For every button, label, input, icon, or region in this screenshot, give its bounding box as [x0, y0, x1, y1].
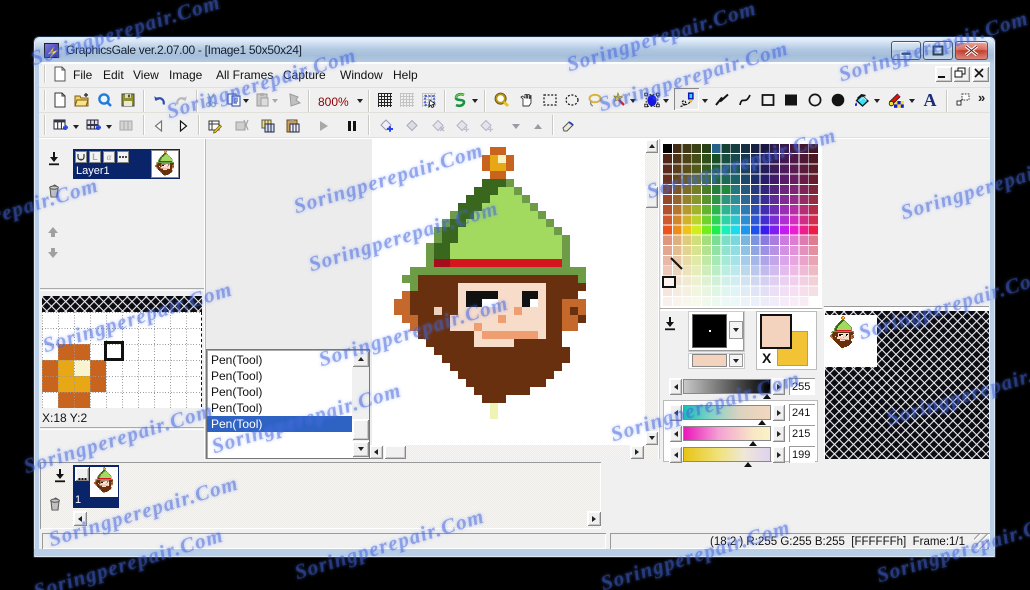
- svg-text:A: A: [924, 92, 937, 108]
